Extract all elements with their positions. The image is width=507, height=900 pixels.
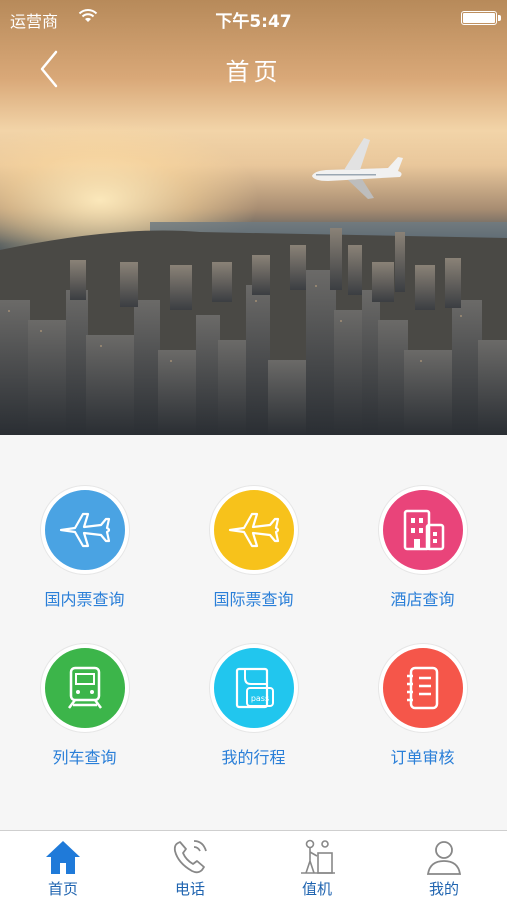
svg-text:pass: pass (250, 694, 268, 703)
home-icon (46, 841, 80, 874)
bottom-tab-bar: 首页 电话 值机 我的 (0, 830, 507, 900)
menu-label: 国际票查询 (213, 590, 294, 609)
menu-hotel-search[interactable]: 酒店查询 (338, 477, 507, 627)
menu-label: 酒店查询 (390, 590, 455, 609)
tab-phone[interactable]: 电话 (127, 831, 253, 900)
tab-label: 电话 (174, 880, 205, 898)
battery-icon (461, 11, 501, 25)
menu-label: 国内票查询 (44, 590, 125, 609)
clock: 下午5:47 (215, 12, 292, 32)
pass-ticket-icon: pass (209, 644, 298, 732)
tab-label: 首页 (47, 880, 78, 898)
tab-home[interactable]: 首页 (0, 831, 126, 900)
menu-label: 订单审核 (390, 748, 455, 767)
page-title: 首页 (225, 58, 282, 86)
menu-international-flights[interactable]: 国际票查询 (169, 477, 338, 627)
menu-my-itinerary[interactable]: pass 我的行程 (169, 635, 338, 785)
hero-banner: 运营商 下午5:47 首页 (0, 0, 507, 435)
tab-label: 值机 (301, 880, 332, 898)
tab-mine[interactable]: 我的 (381, 831, 507, 900)
status-bar: 运营商 下午5:47 (0, 0, 507, 36)
tab-label: 我的 (428, 880, 459, 898)
menu-grid: 国内票查询 国际票查询 酒店查询 列车查询 pass 我的行程 订单审核 (0, 435, 507, 830)
menu-label: 列车查询 (52, 748, 117, 767)
notebook-icon (378, 644, 467, 732)
tab-check-in[interactable]: 值机 (254, 831, 380, 900)
user-icon (426, 841, 462, 875)
airplane-illustration (312, 138, 403, 199)
navigation-bar: 首页 (0, 36, 507, 102)
menu-domestic-flights[interactable]: 国内票查询 (0, 477, 169, 627)
phone-icon (173, 840, 207, 874)
menu-order-review[interactable]: 订单审核 (338, 635, 507, 785)
menu-train-search[interactable]: 列车查询 (0, 635, 169, 785)
domestic-flight-icon (40, 486, 129, 574)
train-icon (40, 644, 129, 732)
international-flight-icon (209, 486, 298, 574)
menu-label: 我的行程 (221, 748, 286, 767)
hotel-icon (378, 486, 467, 574)
check-in-icon (301, 839, 335, 874)
